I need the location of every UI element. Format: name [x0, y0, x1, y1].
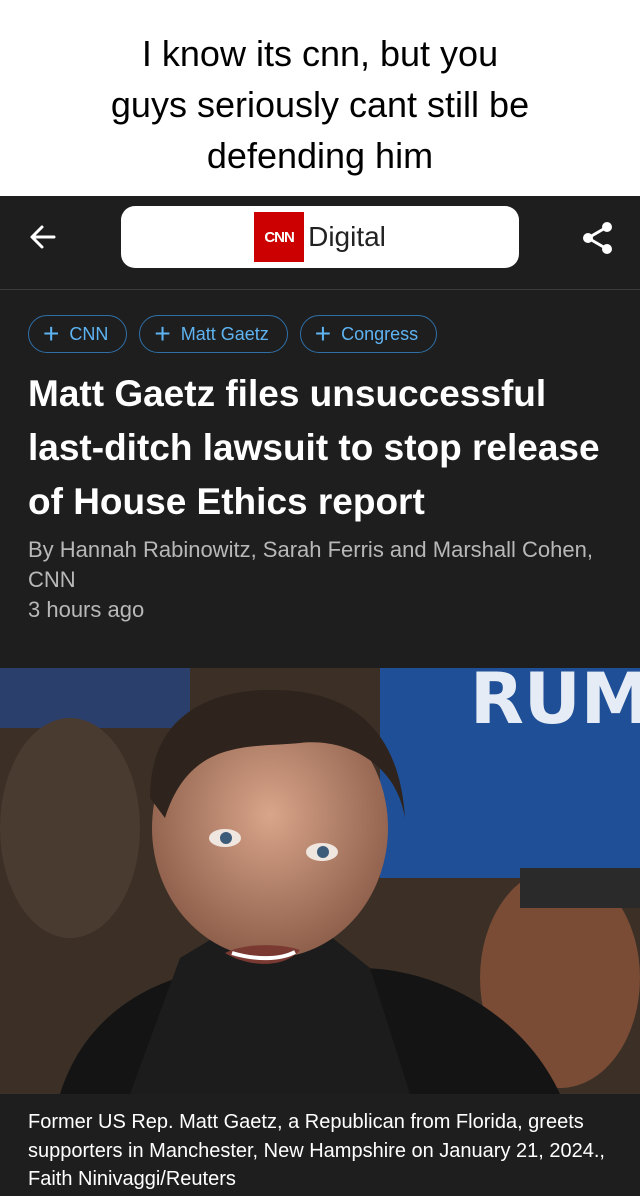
meme-caption-line: I know its cnn, but you	[141, 33, 499, 74]
arrow-left-icon[interactable]	[26, 220, 60, 254]
meme-caption-line: guys seriously cant still be	[110, 84, 530, 125]
photo-caption: Former US Rep. Matt Gaetz, a Republican …	[28, 1111, 605, 1190]
site-label: Digital	[308, 221, 386, 252]
follow-tag-congress[interactable]: + Congress	[299, 315, 438, 353]
plus-icon: +	[43, 318, 60, 349]
tag-label: Matt Gaetz	[180, 323, 269, 344]
topic-tags: + CNN + Matt Gaetz + Congress	[28, 315, 612, 353]
meme-caption-line: defending him	[206, 135, 434, 176]
site-title-bar[interactable]: CNN Digital	[121, 206, 519, 268]
article-timestamp: 3 hours ago	[28, 597, 145, 622]
tag-label: CNN	[69, 323, 109, 344]
article-header: + CNN + Matt Gaetz + Congress Matt Gaetz…	[0, 290, 640, 668]
plus-icon: +	[154, 318, 171, 349]
article-headline: Matt Gaetz files unsuccessful last-ditch…	[28, 373, 600, 522]
article-photo: RUM	[0, 668, 640, 1094]
plus-icon: +	[314, 318, 332, 349]
tag-label: Congress	[341, 323, 419, 344]
svg-text:RUM: RUM	[470, 668, 640, 740]
share-icon[interactable]	[580, 220, 616, 256]
follow-tag-cnn[interactable]: + CNN	[28, 315, 128, 353]
cnn-logo: CNN	[254, 212, 305, 262]
meme-caption: I know its cnn, but you guys seriously c…	[0, 0, 640, 196]
app-toolbar: CNN Digital	[0, 196, 640, 290]
follow-tag-matt-gaetz[interactable]: + Matt Gaetz	[139, 315, 288, 353]
article-byline: By Hannah Rabinowitz, Sarah Ferris and M…	[28, 537, 593, 592]
